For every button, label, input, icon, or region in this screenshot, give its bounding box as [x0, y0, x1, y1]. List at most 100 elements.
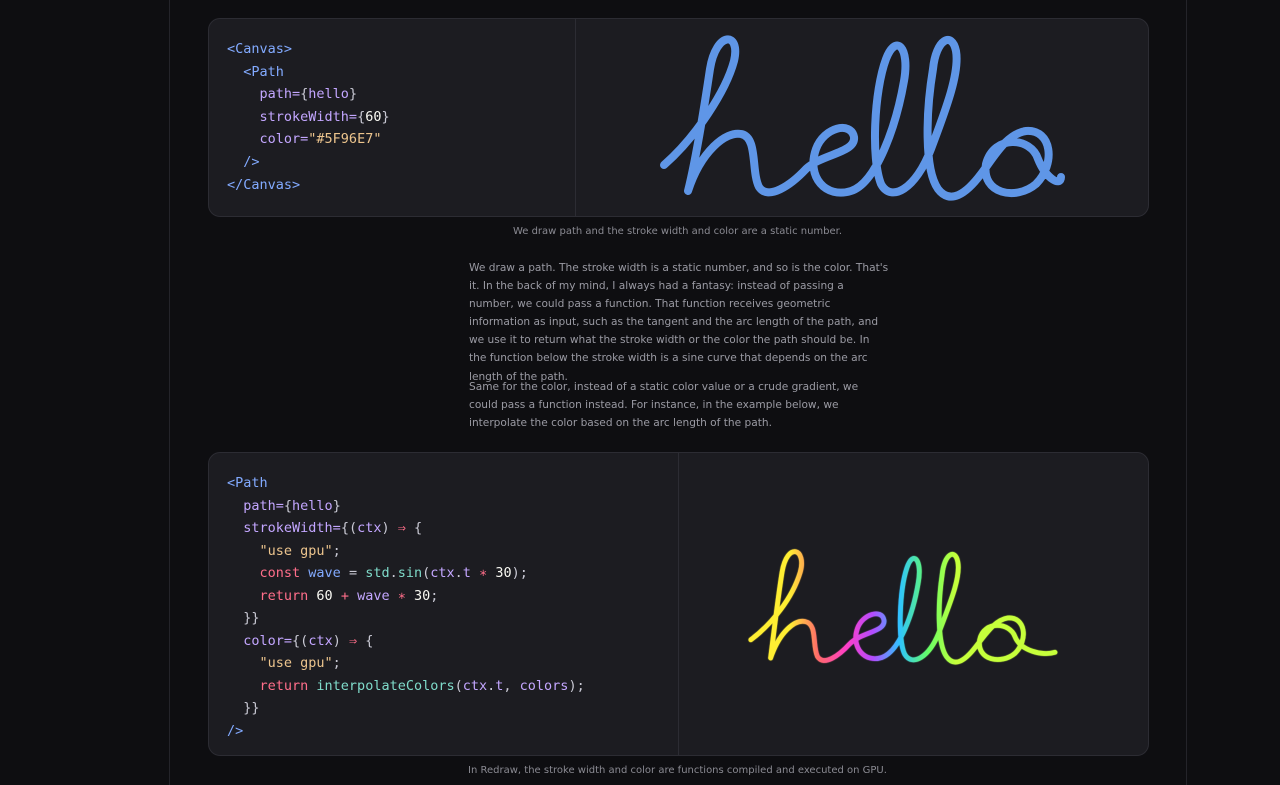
code-line: color="#5F96E7": [227, 128, 575, 151]
code-token: }: [332, 497, 341, 514]
hello-static-canvas: [660, 35, 1065, 201]
code-token: <Path: [227, 475, 268, 491]
code-token: ,: [503, 677, 520, 694]
code-token: {: [405, 520, 423, 536]
code-token: ctx: [308, 632, 333, 649]
code-token: ctx: [357, 520, 382, 536]
caption-static: We draw path and the stroke width and co…: [512, 226, 843, 237]
example-card-static: <Canvas> <Path path={hello} strokeWidth=…: [208, 18, 1149, 217]
code-token: <Canvas>: [227, 41, 293, 57]
code-token: interpolateColors: [316, 677, 455, 694]
code-token: );: [511, 565, 528, 581]
code-token: "use gpu": [259, 542, 333, 559]
code-block-static: <Canvas> <Path path={hello} strokeWidth=…: [209, 19, 576, 216]
code-token: );: [568, 677, 585, 694]
code-token: {(: [292, 632, 309, 649]
code-line: strokeWidth={60}: [227, 106, 575, 129]
code-line: return interpolateColors(ctx.t, colors);: [227, 675, 678, 698]
code-token: ;: [332, 655, 341, 671]
code-token: }}: [243, 610, 260, 626]
paragraph-text: We draw a path. The stroke width is a st…: [469, 262, 889, 383]
code-token: }}: [243, 700, 260, 716]
code-token: ∗: [389, 587, 414, 604]
code-token: hello: [308, 86, 349, 103]
code-token: +: [332, 587, 358, 604]
hello-path-static: [660, 35, 1065, 201]
code-token: ;: [332, 542, 341, 559]
code-token: const: [259, 565, 309, 581]
code-line: "use gpu";: [227, 540, 678, 563]
code-line: return 60 + wave ∗ 30;: [227, 585, 678, 608]
code-line: }}: [227, 607, 678, 630]
code-token: ⇒: [348, 632, 358, 649]
code-token: (: [454, 677, 463, 694]
code-token: }: [348, 86, 358, 103]
code-line: </Canvas>: [227, 174, 575, 197]
code-token: <Path: [243, 63, 284, 80]
code-token: wave: [357, 587, 390, 604]
code-token: ;: [430, 587, 439, 604]
code-token: t: [462, 565, 471, 581]
code-token: }: [381, 108, 390, 125]
code-token: .: [389, 565, 398, 581]
code-line: "use gpu";: [227, 652, 678, 675]
code-token: 60: [316, 587, 333, 604]
preview-static: [576, 19, 1148, 216]
code-line: <Canvas>: [227, 38, 575, 61]
code-token: colors: [519, 677, 569, 694]
code-token: ): [332, 632, 349, 649]
code-token: "use gpu": [259, 655, 333, 671]
code-token: color=: [259, 131, 309, 148]
code-line: strokeWidth={(ctx) ⇒ {: [227, 517, 678, 540]
code-line: path={hello}: [227, 495, 678, 518]
code-token: 30: [495, 565, 512, 581]
code-token: std: [365, 565, 390, 581]
code-token: color=: [243, 632, 293, 649]
code-line: path={hello}: [227, 83, 575, 106]
hello-gradient-canvas: [748, 549, 1058, 665]
code-token: {(: [340, 520, 358, 536]
code-token: ): [381, 520, 398, 536]
code-token: 60: [365, 108, 382, 125]
code-line: }}: [227, 697, 678, 720]
content-border-left: [169, 0, 170, 785]
code-token: strokeWidth=: [259, 108, 358, 125]
code-token: ∗: [470, 565, 496, 581]
code-token: path=: [243, 497, 284, 514]
code-token: strokeWidth=: [243, 520, 341, 536]
code-token: {: [283, 497, 293, 514]
code-token: "#5F96E7": [308, 131, 382, 148]
code-block-gpu: <Path path={hello} strokeWidth={(ctx) ⇒ …: [209, 453, 679, 755]
content-border-right: [1186, 0, 1187, 785]
code-token: </Canvas>: [227, 176, 301, 193]
code-line: color={(ctx) ⇒ {: [227, 630, 678, 653]
code-token: />: [227, 722, 244, 739]
code-token: wave: [308, 565, 341, 581]
paragraph-text: Same for the color, instead of a static …: [469, 381, 859, 430]
code-token: sin: [397, 565, 423, 581]
code-line: <Path: [227, 61, 575, 84]
code-line: <Path: [227, 472, 678, 495]
code-token: {: [357, 632, 374, 649]
code-token: hello: [292, 497, 333, 514]
code-token: ctx: [430, 565, 455, 581]
code-token: =: [340, 565, 366, 581]
code-line: />: [227, 151, 575, 174]
code-token: {: [357, 108, 366, 125]
code-token: ⇒: [397, 520, 406, 536]
hello-path-gradient: [748, 549, 1058, 665]
code-token: .: [454, 565, 463, 581]
preview-gpu: [679, 453, 1148, 755]
code-line: />: [227, 720, 678, 743]
caption-gpu: In Redraw, the stroke width and color ar…: [468, 765, 887, 776]
code-line: const wave = std.sin(ctx.t ∗ 30);: [227, 562, 678, 585]
example-card-gpu: <Path path={hello} strokeWidth={(ctx) ⇒ …: [208, 452, 1149, 756]
code-token: return: [259, 677, 317, 694]
code-token: return: [259, 587, 317, 604]
code-token: path=: [259, 86, 301, 103]
body-paragraph-1: We draw a path. The stroke width is a st…: [469, 259, 889, 386]
code-token: />: [243, 153, 260, 170]
body-paragraph-2: Same for the color, instead of a static …: [469, 378, 889, 432]
code-token: ctx: [462, 677, 488, 694]
code-token: 30: [413, 587, 431, 604]
